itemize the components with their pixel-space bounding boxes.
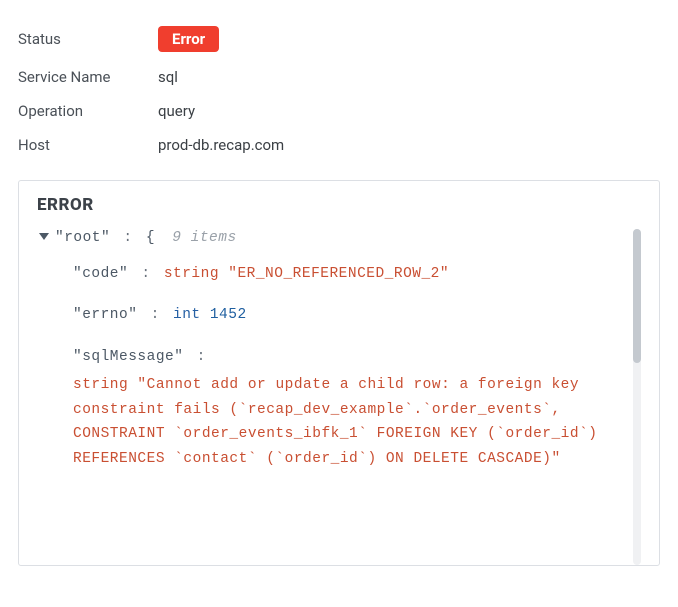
json-item-errno: "errno" : int 1452 bbox=[73, 302, 627, 330]
caret-down-icon[interactable] bbox=[37, 225, 51, 243]
errno-value: 1452 bbox=[210, 307, 247, 323]
error-panel: ERROR "root" : { 9 items "code" bbox=[18, 180, 660, 566]
scrollbar-thumb[interactable] bbox=[633, 229, 641, 363]
status-badge: Error bbox=[158, 26, 219, 52]
errno-type: int bbox=[173, 307, 201, 323]
json-root-key: "root" bbox=[55, 230, 110, 246]
sqlmsg-key: "sqlMessage" bbox=[73, 349, 183, 365]
errno-key: "errno" bbox=[73, 307, 137, 323]
row-status: Status Error bbox=[18, 18, 660, 60]
code-type: string bbox=[164, 266, 219, 282]
code-value: "ER_NO_REFERENCED_ROW_2" bbox=[228, 266, 449, 282]
row-service: Service Name sql bbox=[18, 60, 660, 94]
json-item-code: "code" : string "ER_NO_REFERENCED_ROW_2" bbox=[73, 261, 627, 289]
json-open-brace: { bbox=[146, 230, 155, 246]
service-value: sql bbox=[158, 68, 178, 86]
sqlmsg-type: string bbox=[73, 377, 128, 393]
json-item-count: 9 items bbox=[164, 230, 236, 246]
json-colon: : bbox=[119, 230, 136, 246]
row-host: Host prod-db.recap.com bbox=[18, 128, 660, 162]
row-operation: Operation query bbox=[18, 94, 660, 128]
operation-label: Operation bbox=[18, 102, 158, 120]
scrollbar-track[interactable] bbox=[633, 229, 641, 565]
json-root-content: "root" : { 9 items "code" : string bbox=[51, 225, 627, 486]
service-label: Service Name bbox=[18, 68, 158, 86]
sqlmsg-value: "Cannot add or update a child row: a for… bbox=[73, 377, 597, 467]
operation-value: query bbox=[158, 102, 195, 120]
code-key: "code" bbox=[73, 266, 128, 282]
json-children: "code" : string "ER_NO_REFERENCED_ROW_2"… bbox=[55, 259, 627, 486]
json-children-col: "code" : string "ER_NO_REFERENCED_ROW_2"… bbox=[69, 259, 627, 486]
status-value: Error bbox=[158, 26, 219, 52]
host-value: prod-db.recap.com bbox=[158, 136, 284, 154]
json-content: "root" : { 9 items "code" : string bbox=[37, 225, 627, 565]
sqlmsg-value-block: string "Cannot add or update a child row… bbox=[73, 373, 627, 472]
json-viewer: "root" : { 9 items "code" : string bbox=[37, 225, 641, 565]
json-root-line: "root" : { 9 items "code" : string bbox=[37, 225, 627, 486]
status-label: Status bbox=[18, 30, 158, 48]
panel-title: ERROR bbox=[37, 195, 641, 215]
host-label: Host bbox=[18, 136, 158, 154]
json-item-sqlmessage: "sqlMessage" : string "Cannot add or upd… bbox=[73, 344, 627, 472]
details-table: Status Error Service Name sql Operation … bbox=[18, 18, 660, 162]
